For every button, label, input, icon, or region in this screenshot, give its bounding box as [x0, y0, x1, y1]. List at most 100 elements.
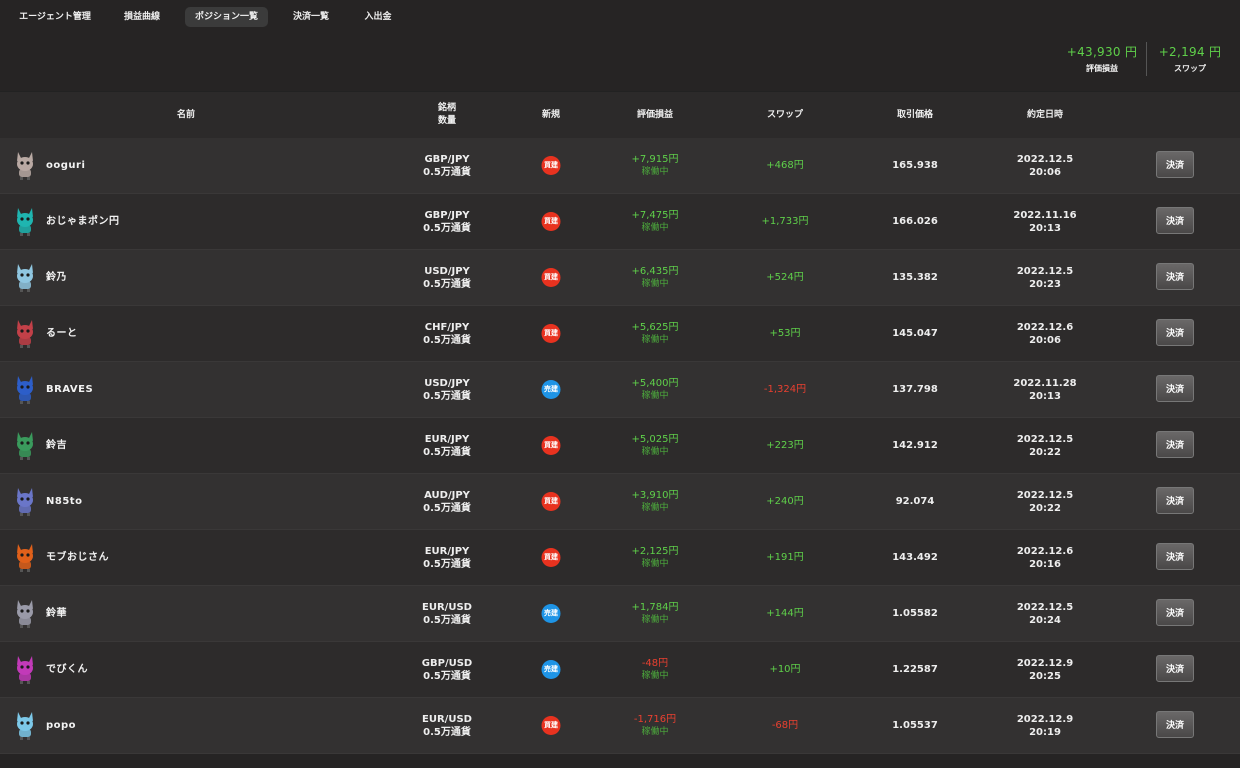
tab-positions[interactable]: ポジション一覧: [185, 7, 268, 27]
header-symbol: 銘柄: [437, 103, 457, 113]
ghost-avatar-icon: [17, 264, 33, 292]
symbol-quantity-cell: GBP/USD 0.5万通貨: [422, 642, 472, 697]
new-cell: 買建: [541, 194, 561, 249]
swap-cell: +10円: [769, 642, 800, 697]
agent-name: モブおじさん: [46, 552, 109, 563]
position-quantity: 0.5万通貨: [423, 446, 471, 458]
settle-button[interactable]: 決済: [1156, 263, 1194, 290]
datetime-cell: 2022.12.6 20:16: [1017, 530, 1073, 585]
header-symbol-quantity: 銘柄 数量: [438, 92, 456, 138]
tab-settlements[interactable]: 決済一覧: [283, 7, 339, 27]
summary-pnl-label: 評価損益: [1086, 64, 1118, 73]
status-text: 稼働中: [641, 614, 669, 625]
price-cell: 142.912: [892, 418, 938, 473]
currency-pair: EUR/USD: [422, 601, 472, 613]
cat-avatar-icon: [17, 208, 33, 236]
datetime-cell: 2022.12.9 20:25: [1017, 642, 1073, 697]
symbol-quantity-cell: EUR/JPY 0.5万通貨: [423, 530, 471, 585]
tab-pnl-curve[interactable]: 損益曲線: [113, 7, 171, 27]
datetime-cell: 2022.12.9 20:19: [1017, 698, 1073, 753]
table-row: 鈴華 EUR/USD 0.5万通貨 売建 +1,784円 稼働中 +144円 1.05582 2…: [0, 586, 1240, 642]
settle-button[interactable]: 決済: [1156, 151, 1194, 178]
new-cell: 買建: [541, 698, 561, 753]
side-badge: 売建: [541, 604, 561, 623]
octopus-avatar-icon: [17, 656, 33, 684]
datetime-cell: 2022.11.28 20:13: [1013, 362, 1076, 417]
summary-swap: +2,194 円 スワップ: [1152, 43, 1228, 79]
symbol-quantity-cell: EUR/USD 0.5万通貨: [422, 698, 472, 753]
trade-price: 1.05537: [892, 720, 938, 731]
new-cell: 買建: [541, 474, 561, 529]
side-badge: 売建: [541, 380, 561, 399]
swap-value: +144円: [766, 608, 804, 619]
side-badge: 買建: [541, 268, 561, 287]
swap-value: -1,324円: [763, 384, 807, 395]
header-swap: スワップ: [766, 109, 804, 120]
settle-button[interactable]: 決済: [1156, 655, 1194, 682]
trade-time: 20:25: [1029, 670, 1061, 682]
fox-avatar-icon: [17, 320, 33, 348]
pnl-cell: +7,475円 稼働中: [631, 194, 678, 249]
settle-button[interactable]: 決済: [1156, 207, 1194, 234]
rabbit-avatar-icon: [17, 152, 33, 180]
tab-agent-management[interactable]: エージェント管理: [13, 7, 97, 27]
settle-button[interactable]: 決済: [1156, 487, 1194, 514]
agent-name: 鈴乃: [46, 272, 67, 283]
swap-cell: +223円: [766, 418, 803, 473]
tab-deposit-withdraw[interactable]: 入出金: [354, 7, 402, 27]
settle-button[interactable]: 決済: [1156, 543, 1194, 570]
settle-button[interactable]: 決済: [1156, 375, 1194, 402]
header-price: 取引価格: [896, 109, 934, 120]
pnl-cell: +7,915円 稼働中: [631, 138, 678, 193]
bear-avatar-icon: [17, 432, 33, 460]
currency-pair: AUD/JPY: [424, 489, 470, 501]
trade-date: 2022.11.16: [1013, 209, 1077, 221]
currency-pair: GBP/JPY: [424, 153, 470, 165]
table-row: るーと CHF/JPY 0.5万通貨 買建 +5,625円 稼働中 +53円 145.047 2…: [0, 306, 1240, 362]
new-cell: 売建: [541, 362, 561, 417]
new-cell: 売建: [541, 586, 561, 641]
header-datetime: 約定日時: [1026, 109, 1064, 120]
trade-price: 145.047: [892, 328, 938, 339]
swap-value: +191円: [766, 552, 804, 563]
symbol-quantity-cell: CHF/JPY 0.5万通貨: [423, 306, 471, 361]
settle-button[interactable]: 決済: [1156, 711, 1194, 738]
pnl-cell: +2,125円 稼働中: [631, 530, 678, 585]
status-text: 稼働中: [641, 502, 669, 513]
side-badge: 買建: [541, 436, 561, 455]
datetime-cell: 2022.12.5 20:24: [1017, 586, 1073, 641]
summary-pnl-value: +43,930 円: [1066, 45, 1138, 59]
price-cell: 165.938: [892, 138, 938, 193]
settle-button[interactable]: 決済: [1156, 599, 1194, 626]
trade-date: 2022.12.5: [1016, 601, 1074, 613]
header-pnl: 評価損益: [636, 109, 674, 120]
position-quantity: 0.5万通貨: [423, 670, 471, 682]
trade-date: 2022.11.28: [1013, 377, 1077, 389]
swap-value: -68円: [771, 720, 799, 731]
summary-swap-label: スワップ: [1174, 64, 1206, 73]
octopus-avatar-icon: [17, 544, 33, 572]
symbol-quantity-cell: GBP/JPY 0.5万通貨: [423, 194, 471, 249]
trade-date: 2022.12.9: [1016, 713, 1074, 725]
swap-value: +53円: [769, 328, 801, 339]
summary-pnl: +43,930 円 評価損益: [1062, 43, 1142, 79]
swap-cell: +53円: [769, 306, 800, 361]
trade-time: 20:23: [1029, 278, 1061, 290]
trade-time: 20:06: [1029, 334, 1061, 346]
price-cell: 1.22587: [892, 642, 938, 697]
trade-date: 2022.12.9: [1016, 657, 1074, 669]
swap-cell: +468円: [766, 138, 803, 193]
agent-name: 鈴華: [46, 608, 67, 619]
pnl-value: +7,475円: [631, 209, 679, 221]
trade-price: 143.492: [892, 552, 938, 563]
settle-button[interactable]: 決済: [1156, 431, 1194, 458]
status-text: 稼働中: [641, 334, 669, 345]
currency-pair: CHF/JPY: [424, 321, 470, 333]
pnl-cell: +5,025円 稼働中: [631, 418, 678, 473]
trade-date: 2022.12.5: [1016, 153, 1074, 165]
settle-button[interactable]: 決済: [1156, 319, 1194, 346]
pnl-cell: +1,784円 稼働中: [631, 586, 678, 641]
trade-time: 20:13: [1029, 222, 1061, 234]
price-cell: 143.492: [892, 530, 938, 585]
datetime-cell: 2022.12.6 20:06: [1017, 306, 1073, 361]
